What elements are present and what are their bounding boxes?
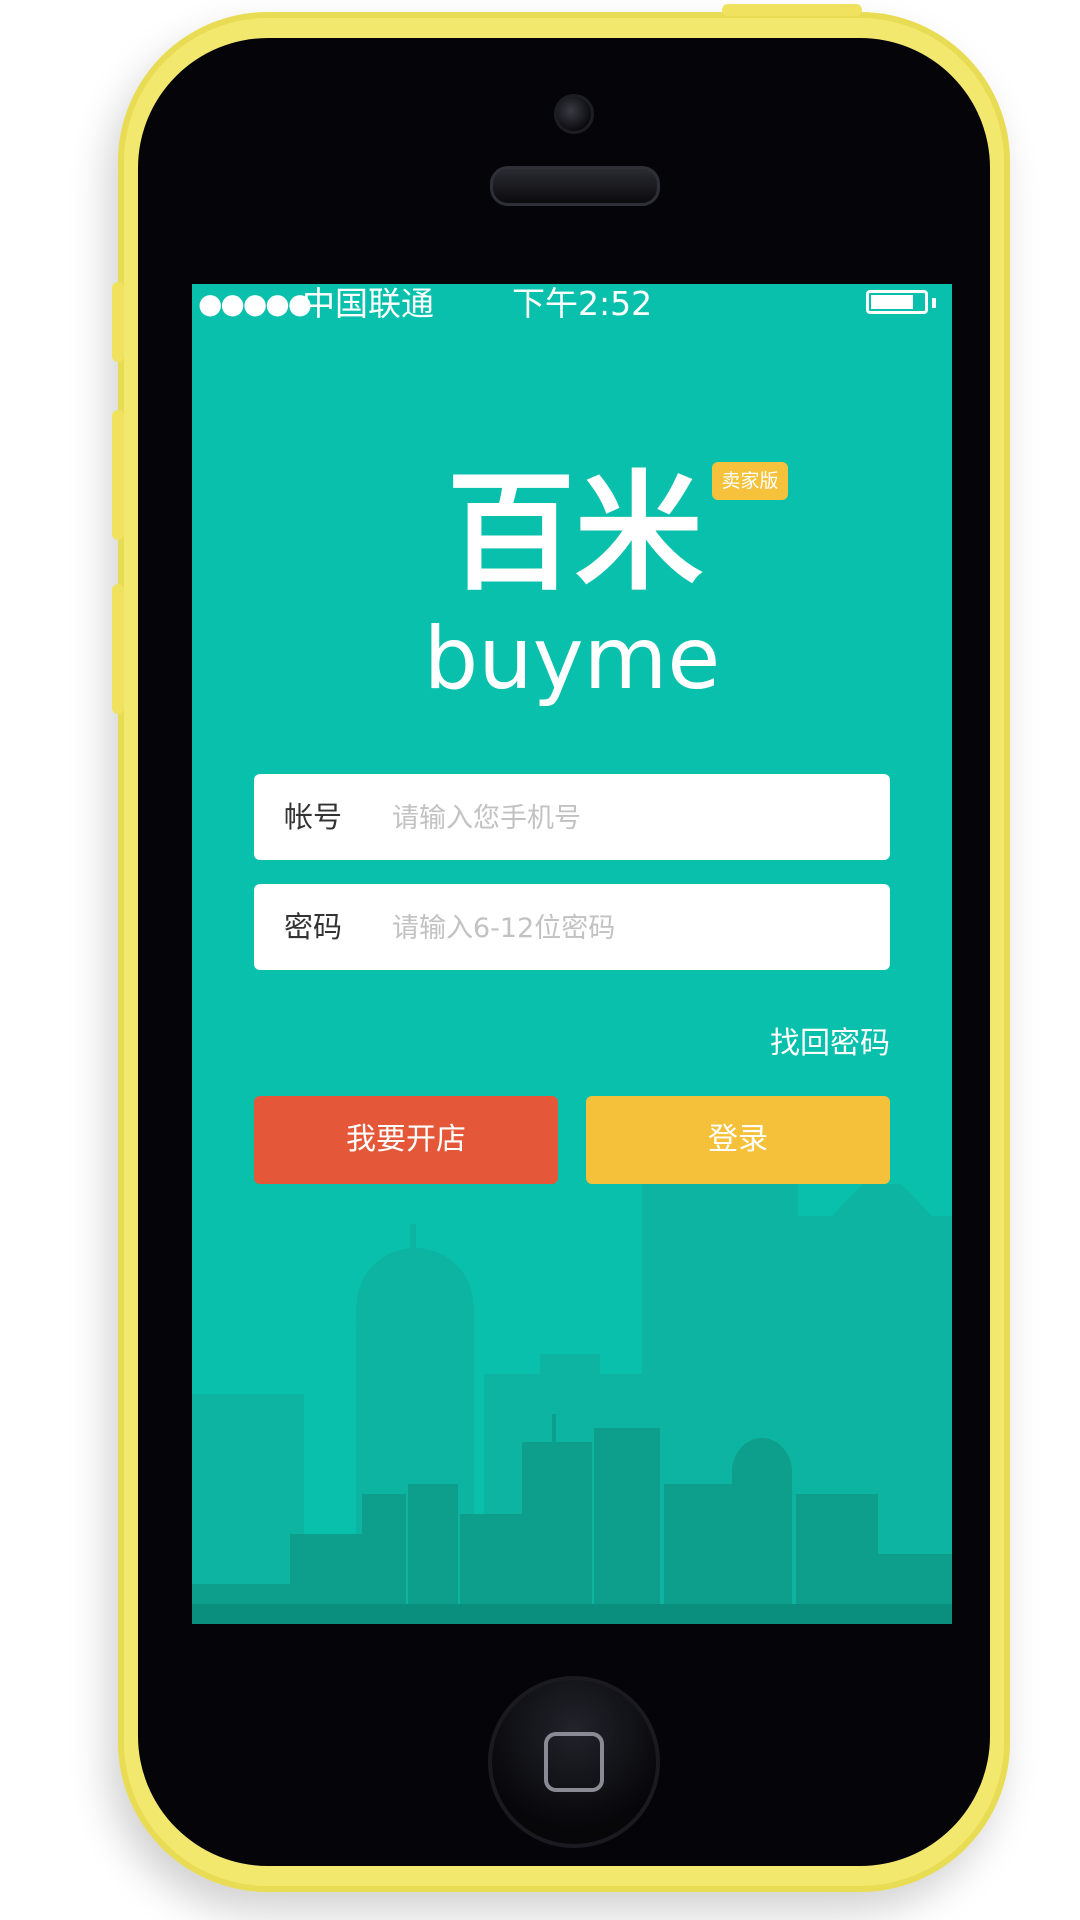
phone-volume-down [112,584,124,714]
battery-tip [932,298,936,308]
password-field[interactable]: 密码 [254,884,890,970]
camera-icon [554,94,594,134]
account-field[interactable]: 帐号 [254,774,890,860]
status-bar: ●●●●● 中国联通 下午2:52 [192,284,952,324]
password-input[interactable] [390,902,864,954]
home-button-square [544,1732,604,1792]
login-button[interactable]: 登录 [586,1096,890,1184]
phone-volume-up [112,410,124,540]
seller-edition-badge: 卖家版 [712,462,788,500]
carrier-label: 中国联通 [302,284,434,323]
status-time: 下午2:52 [512,284,653,323]
phone-power-button [722,4,862,16]
signal-icon: ●●●●● [198,287,312,320]
city-skyline-illustration [192,1184,952,1624]
brand-logo-en: buyme [423,609,721,709]
home-button-icon[interactable] [488,1676,660,1848]
speaker-icon [490,166,660,206]
brand-logo-cn: 百米 [446,459,703,608]
forgot-password-link[interactable]: 找回密码 [632,1024,890,1064]
battery-icon [866,290,928,314]
account-input[interactable] [390,792,864,844]
phone-mute-switch [112,282,124,362]
password-label: 密码 [284,910,343,944]
open-store-button[interactable]: 我要开店 [254,1096,558,1184]
battery-level [871,295,913,309]
app-screen: ●●●●● 中国联通 下午2:52 百米 卖家版 buyme 帐号 密码 找回密… [192,284,952,1624]
account-label: 帐号 [284,800,343,834]
